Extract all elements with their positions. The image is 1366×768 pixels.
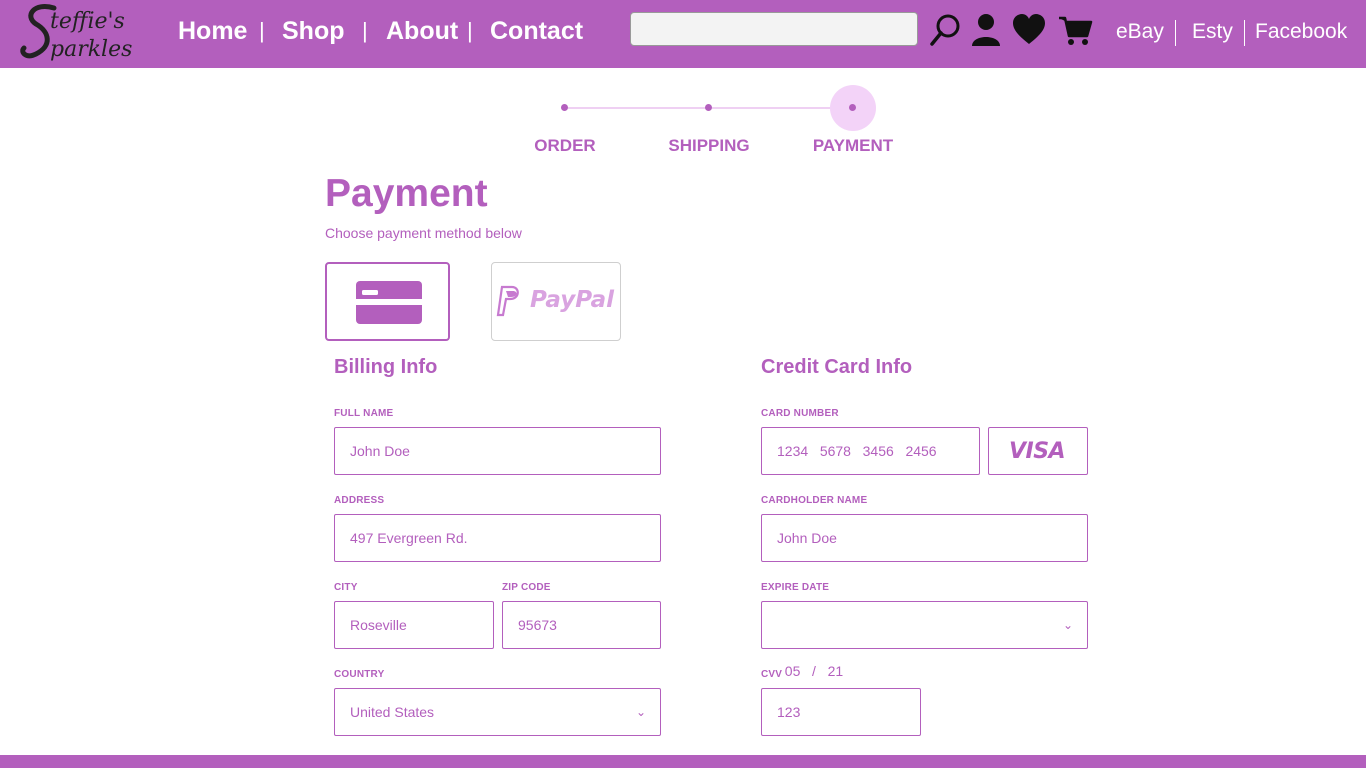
paypal-label: PayPal	[530, 287, 614, 313]
cardholder-value: John Doe	[777, 530, 837, 546]
nav-separator: |	[467, 18, 473, 43]
full-name-label: FULL NAME	[334, 408, 394, 419]
page-title: Payment	[325, 172, 488, 215]
nav-shop[interactable]: Shop	[282, 17, 345, 46]
paypal-icon	[496, 285, 519, 317]
svg-text:teffie's: teffie's	[50, 9, 125, 34]
user-icon[interactable]	[968, 12, 1004, 48]
country-value: United States	[350, 704, 435, 720]
nav-contact[interactable]: Contact	[490, 17, 583, 46]
card-title: Credit Card Info	[761, 356, 913, 378]
cvv-value: 123	[777, 704, 801, 720]
ebay-link[interactable]: eBay	[1116, 20, 1164, 44]
address-field[interactable]: 497 Evergreen Rd.	[334, 514, 661, 562]
card-number-label: CARD NUMBER	[761, 408, 839, 419]
nav-separator: |	[259, 18, 265, 43]
nav-about[interactable]: About	[386, 17, 458, 46]
expire-select[interactable]: 05 / 21 ⌄	[761, 601, 1088, 679]
cvv-field[interactable]: 123	[761, 688, 921, 736]
site-header: teffie's parkles Home | Shop | About | C…	[0, 0, 1366, 68]
nav-separator: |	[362, 18, 368, 43]
link-divider	[1175, 20, 1176, 46]
logo-graphic: teffie's parkles	[20, 4, 132, 62]
cardholder-label: CARDHOLDER NAME	[761, 495, 868, 506]
visa-logo: VISA	[1009, 439, 1066, 464]
cardholder-field[interactable]: John Doe	[761, 514, 1088, 562]
zip-label: ZIP CODE	[502, 582, 551, 593]
svg-text:parkles: parkles	[50, 37, 132, 62]
page-subtitle: Choose payment method below	[325, 225, 522, 241]
cart-icon[interactable]	[1057, 12, 1093, 48]
search-icon[interactable]	[928, 12, 964, 48]
step-connector	[568, 107, 706, 109]
full-name-field[interactable]: John Doe	[334, 427, 661, 475]
step-dot-shipping	[705, 104, 712, 111]
chevron-down-icon: ⌄	[1062, 618, 1073, 632]
zip-field[interactable]: 95673	[502, 601, 661, 649]
search-input[interactable]	[630, 12, 918, 46]
chevron-down-icon: ⌄	[635, 705, 646, 719]
credit-card-option[interactable]	[325, 262, 450, 341]
site-footer	[0, 755, 1366, 768]
credit-card-icon	[356, 281, 422, 324]
nav-home[interactable]: Home	[178, 17, 247, 46]
billing-title: Billing Info	[334, 356, 438, 378]
country-label: COUNTRY	[334, 669, 385, 680]
full-name-value: John Doe	[350, 443, 410, 459]
country-select[interactable]: United States ⌄	[334, 688, 661, 736]
address-label: ADDRESS	[334, 495, 385, 506]
city-field[interactable]: Roseville	[334, 601, 494, 649]
step-shipping[interactable]: SHIPPING	[639, 136, 779, 156]
expire-value: 05 / 21	[784, 663, 844, 679]
city-label: CITY	[334, 582, 358, 593]
paypal-option[interactable]: PayPal	[491, 262, 621, 341]
step-order[interactable]: ORDER	[495, 136, 635, 156]
esty-link[interactable]: Esty	[1192, 20, 1233, 44]
card-brand-badge: VISA	[988, 427, 1088, 475]
card-number-field[interactable]: 1234 5678 3456 2456	[761, 427, 980, 475]
expire-label: EXPIRE DATE	[761, 582, 830, 593]
address-value: 497 Evergreen Rd.	[350, 530, 468, 546]
link-divider	[1244, 20, 1245, 46]
step-dot-order	[561, 104, 568, 111]
card-number-value: 1234 5678 3456 2456	[777, 443, 937, 459]
heart-icon[interactable]	[1011, 12, 1047, 48]
site-logo[interactable]: teffie's parkles	[14, 2, 144, 64]
step-dot-payment	[849, 104, 856, 111]
city-value: Roseville	[350, 617, 407, 633]
step-payment[interactable]: PAYMENT	[783, 136, 923, 156]
facebook-link[interactable]: Facebook	[1255, 20, 1347, 44]
cvv-label: CVV	[761, 669, 783, 680]
zip-value: 95673	[518, 617, 557, 633]
